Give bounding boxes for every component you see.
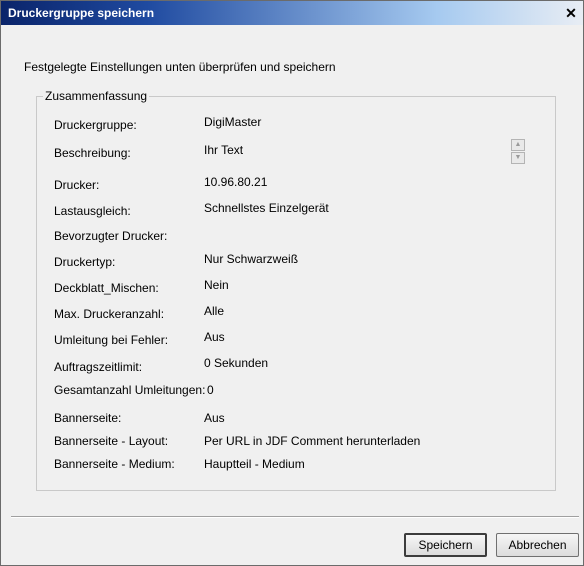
value-bannerseite-medium: Hauptteil - Medium — [204, 457, 305, 471]
value-max-druckeranzahl: Alle — [204, 304, 225, 318]
dialog-window: Druckergruppe speichern ✕ Festgelegte Ei… — [0, 0, 584, 566]
description-scroll-up-icon[interactable]: ▲ — [511, 139, 525, 151]
label-deckblatt-mischen: Deckblatt_Mischen: — [54, 281, 159, 295]
value-lastausgleich: Schnellstes Einzelgerät — [204, 201, 329, 215]
window-title: Druckergruppe speichern — [8, 6, 155, 20]
label-auftragszeitlimit: Auftragszeitlimit: — [54, 360, 143, 374]
description-scroll-down-icon[interactable]: ▼ — [511, 152, 525, 164]
value-bannerseite: Aus — [204, 411, 225, 425]
label-druckergruppe: Druckergruppe: — [54, 118, 137, 132]
save-button[interactable]: Speichern — [404, 533, 487, 557]
instruction-text: Festgelegte Einstellungen unten überprüf… — [24, 60, 336, 74]
value-auftragszeitlimit: 0 Sekunden — [204, 356, 269, 370]
label-beschreibung: Beschreibung: — [54, 146, 131, 160]
value-druckertyp: Nur Schwarzweiß — [204, 252, 299, 266]
label-umleitung-bei-fehler: Umleitung bei Fehler: — [54, 333, 169, 347]
label-bannerseite-layout: Bannerseite - Layout: — [54, 434, 169, 448]
title-bar: Druckergruppe speichern ✕ — [1, 1, 583, 25]
value-gesamtanzahl-umleitungen: 0 — [207, 383, 214, 397]
summary-legend: Zusammenfassung — [45, 89, 148, 103]
footer-separator — [11, 516, 579, 518]
label-lastausgleich: Lastausgleich: — [54, 204, 131, 218]
label-gesamtanzahl-umleitungen: Gesamtanzahl Umleitungen: — [54, 383, 206, 397]
value-druckergruppe: DigiMaster — [204, 115, 262, 129]
label-bannerseite: Bannerseite: — [54, 411, 122, 425]
label-drucker: Drucker: — [54, 178, 100, 192]
label-max-druckeranzahl: Max. Druckeranzahl: — [54, 307, 165, 321]
close-icon[interactable]: ✕ — [562, 4, 580, 22]
cancel-button[interactable]: Abbrechen — [496, 533, 579, 557]
label-bevorzugter-drucker: Bevorzugter Drucker: — [54, 229, 168, 243]
value-drucker: 10.96.80.21 — [204, 175, 268, 189]
label-druckertyp: Druckertyp: — [54, 255, 116, 269]
label-bannerseite-medium: Bannerseite - Medium: — [54, 457, 175, 471]
value-deckblatt-mischen: Nein — [204, 278, 229, 292]
value-bannerseite-layout: Per URL in JDF Comment herunterladen — [204, 434, 421, 448]
value-beschreibung: Ihr Text — [204, 143, 244, 157]
value-umleitung-bei-fehler: Aus — [204, 330, 225, 344]
